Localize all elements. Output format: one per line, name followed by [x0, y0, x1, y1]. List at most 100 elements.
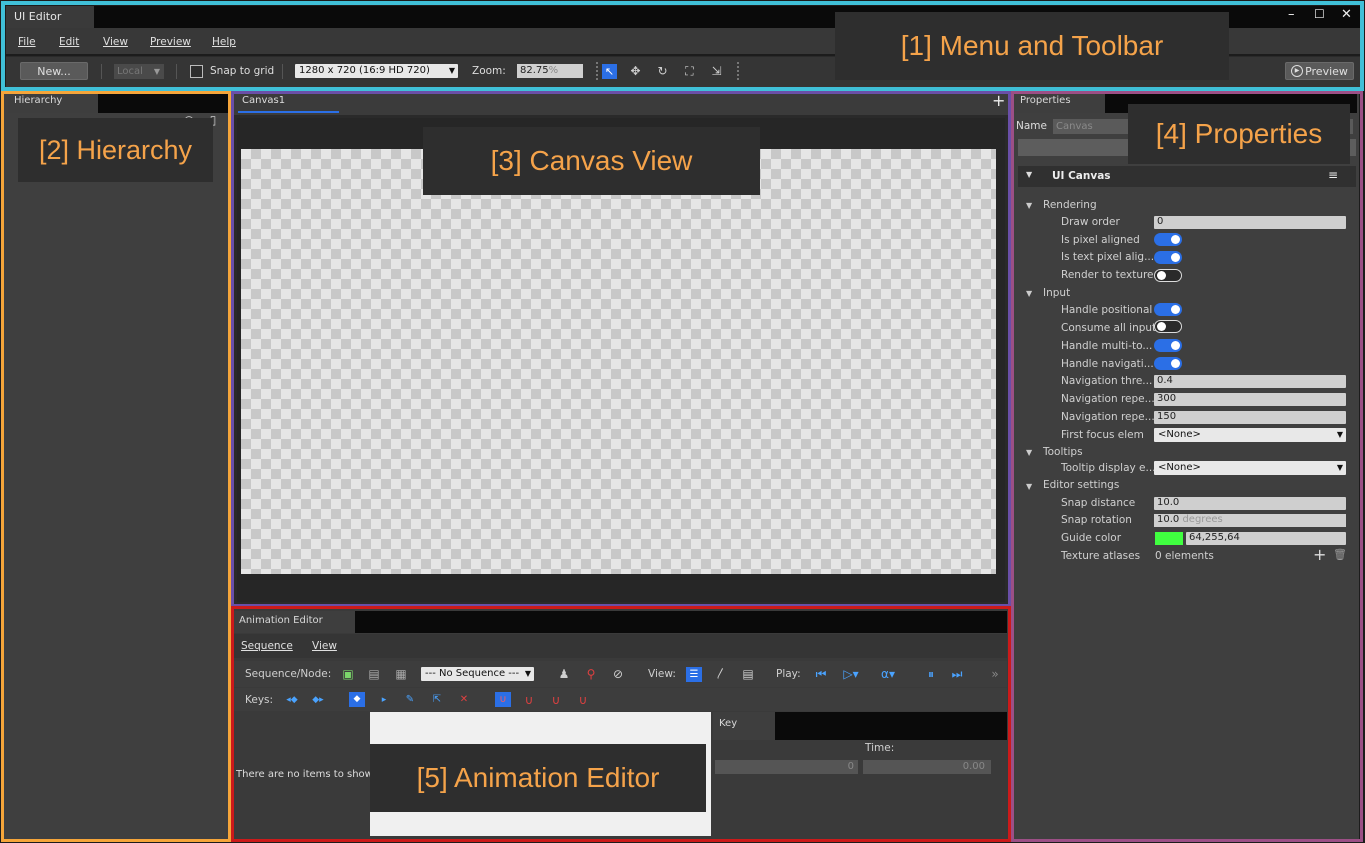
move-key-icon[interactable]: ▸	[377, 693, 391, 707]
first-focus-dropdown[interactable]: <None>	[1154, 428, 1346, 442]
handle-multi-toggle[interactable]	[1154, 339, 1182, 352]
toolbar-sep-2	[176, 64, 177, 79]
callout-canvas-view: [3] Canvas View	[423, 127, 760, 195]
maximize-icon[interactable]: ☐	[1314, 7, 1325, 21]
snap-distance-field[interactable]: 10.0	[1154, 497, 1346, 510]
guide-color-swatch[interactable]	[1155, 532, 1183, 545]
handle-positional-label: Handle positional	[1061, 304, 1153, 316]
prev-key-icon[interactable]: ◂◆	[285, 693, 299, 707]
zoom-field[interactable]: 82.75%	[517, 64, 583, 78]
pixel-aligned-label: Is pixel aligned	[1061, 234, 1140, 246]
snap-checkbox[interactable]	[190, 65, 203, 78]
dopesheet-view-icon[interactable]: ☰	[686, 667, 702, 682]
toolbar-grip-2	[737, 62, 739, 80]
scale-key-icon[interactable]: ⇱	[430, 693, 444, 707]
minimize-icon[interactable]: –	[1288, 7, 1295, 22]
anchor-tool-icon[interactable]: ⛶	[682, 64, 697, 78]
remove-node-icon[interactable]: ⊘	[611, 667, 625, 681]
first-focus-label: First focus elem	[1061, 429, 1144, 441]
consume-all-toggle[interactable]	[1154, 320, 1182, 333]
slide-key-icon[interactable]: ✎	[403, 693, 417, 707]
select-tool-icon[interactable]: ↖	[602, 64, 617, 79]
properties-tab[interactable]: Properties	[1014, 93, 1105, 113]
rendering-arrow-icon[interactable]: ▼	[1026, 201, 1032, 210]
menu-preview[interactable]: Preview	[150, 36, 191, 48]
magnet-tick-icon[interactable]: ∪	[576, 693, 590, 707]
menu-help[interactable]: Help	[212, 36, 236, 48]
both-view-icon[interactable]: ▤	[740, 667, 756, 681]
menu-view[interactable]: View	[103, 36, 128, 48]
resolution-dropdown[interactable]: 1280 x 720 (16:9 HD 720)	[295, 64, 458, 78]
callout-properties: [4] Properties	[1128, 104, 1350, 164]
text-pixel-aligned-toggle[interactable]	[1154, 251, 1182, 264]
anim-menu-sequence[interactable]: Sequence	[241, 640, 293, 652]
go-end-icon[interactable]: ⏭	[950, 667, 964, 681]
loop-icon[interactable]: α▾	[876, 667, 900, 681]
handle-positional-toggle[interactable]	[1154, 303, 1182, 316]
pause-icon[interactable]: ⏸	[924, 667, 938, 681]
curve-view-icon[interactable]: 〳	[713, 667, 729, 681]
magnet-frame-icon[interactable]: ∪	[495, 692, 511, 707]
guide-color-label: Guide color	[1061, 532, 1122, 544]
tooltip-display-dropdown[interactable]: <None>	[1154, 461, 1346, 475]
move-tool-icon[interactable]: ✥	[628, 64, 643, 78]
collapse-arrow-icon[interactable]: ▼	[1026, 170, 1032, 179]
animation-menubar	[233, 634, 1007, 658]
rotate-tool-icon[interactable]: ↻	[655, 64, 670, 78]
menu-file[interactable]: File	[18, 36, 36, 48]
snap-rotation-label: Snap rotation	[1061, 514, 1132, 526]
delete-key-icon[interactable]: ✕	[457, 693, 471, 707]
time-field[interactable]: 0.00	[863, 760, 991, 774]
menu-edit[interactable]: Edit	[59, 36, 79, 48]
pixel-aligned-toggle[interactable]	[1154, 233, 1182, 246]
add-node-icon[interactable]: ♟	[557, 667, 571, 681]
editor-arrow-icon[interactable]: ▼	[1026, 482, 1032, 491]
play-icon[interactable]: ▷▾	[840, 667, 862, 681]
add-tab-icon[interactable]: +	[992, 91, 1005, 110]
anim-menu-view[interactable]: View	[312, 640, 337, 652]
component-menu-icon[interactable]: ≡	[1328, 168, 1338, 182]
key-select-icon[interactable]: ◆	[349, 692, 365, 707]
nav-repeat1-field[interactable]: 300	[1154, 393, 1346, 406]
delete-sequence-icon[interactable]: ▦	[394, 667, 408, 681]
magnet-key-icon[interactable]: ∪	[522, 693, 536, 707]
toolbar-grip	[596, 62, 598, 80]
consume-all-label: Consume all input	[1061, 322, 1157, 334]
animation-tabstrip	[355, 611, 1007, 633]
nav-threshold-field[interactable]: 0.4	[1154, 375, 1346, 388]
play-label: Play:	[776, 668, 801, 680]
canvas-checkerboard[interactable]	[241, 149, 996, 574]
go-start-icon[interactable]: ⏮	[814, 667, 828, 681]
tooltips-arrow-icon[interactable]: ▼	[1026, 448, 1032, 457]
key-tab[interactable]: Key	[713, 712, 775, 740]
resize-tool-icon[interactable]: ⇲	[709, 64, 724, 78]
new-sequence-icon[interactable]: ▣	[341, 667, 355, 681]
hierarchy-tab[interactable]: Hierarchy	[8, 93, 98, 113]
new-button[interactable]: New...	[20, 62, 88, 80]
sequence-dropdown[interactable]: --- No Sequence ---	[421, 667, 534, 681]
frame-field[interactable]: 0	[715, 760, 858, 774]
preview-button[interactable]: ▶ Preview	[1285, 62, 1354, 80]
nav-repeat2-field[interactable]: 150	[1154, 411, 1346, 424]
overflow-icon[interactable]: »	[988, 667, 1002, 681]
nav-repeat2-label: Navigation repe...	[1061, 411, 1155, 423]
trash-icon[interactable]: 🗑	[1333, 548, 1347, 561]
add-atlas-icon[interactable]: +	[1313, 545, 1326, 564]
find-node-icon[interactable]: ⚲	[584, 667, 598, 681]
next-key-icon[interactable]: ◆▸	[311, 693, 325, 707]
input-arrow-icon[interactable]: ▼	[1026, 289, 1032, 298]
draw-order-field[interactable]: 0	[1154, 216, 1346, 229]
draw-order-label: Draw order	[1061, 216, 1120, 228]
animation-tab[interactable]: Animation Editor	[233, 611, 355, 633]
canvas-tab[interactable]: Canvas1	[242, 95, 285, 106]
close-icon[interactable]: ✕	[1341, 7, 1352, 22]
handle-nav-toggle[interactable]	[1154, 357, 1182, 370]
space-dropdown[interactable]: Local ▼	[114, 64, 164, 79]
guide-color-field[interactable]: 64,255,64	[1186, 532, 1346, 545]
magnet-time-icon[interactable]: ∪	[549, 693, 563, 707]
component-title: UI Canvas	[1052, 170, 1111, 182]
snap-rotation-field[interactable]: 10.0 degrees	[1154, 514, 1346, 527]
sequence-props-icon[interactable]: ▤	[367, 667, 381, 681]
text-pixel-aligned-label: Is text pixel alig...	[1061, 251, 1155, 263]
render-to-texture-toggle[interactable]	[1154, 269, 1182, 282]
